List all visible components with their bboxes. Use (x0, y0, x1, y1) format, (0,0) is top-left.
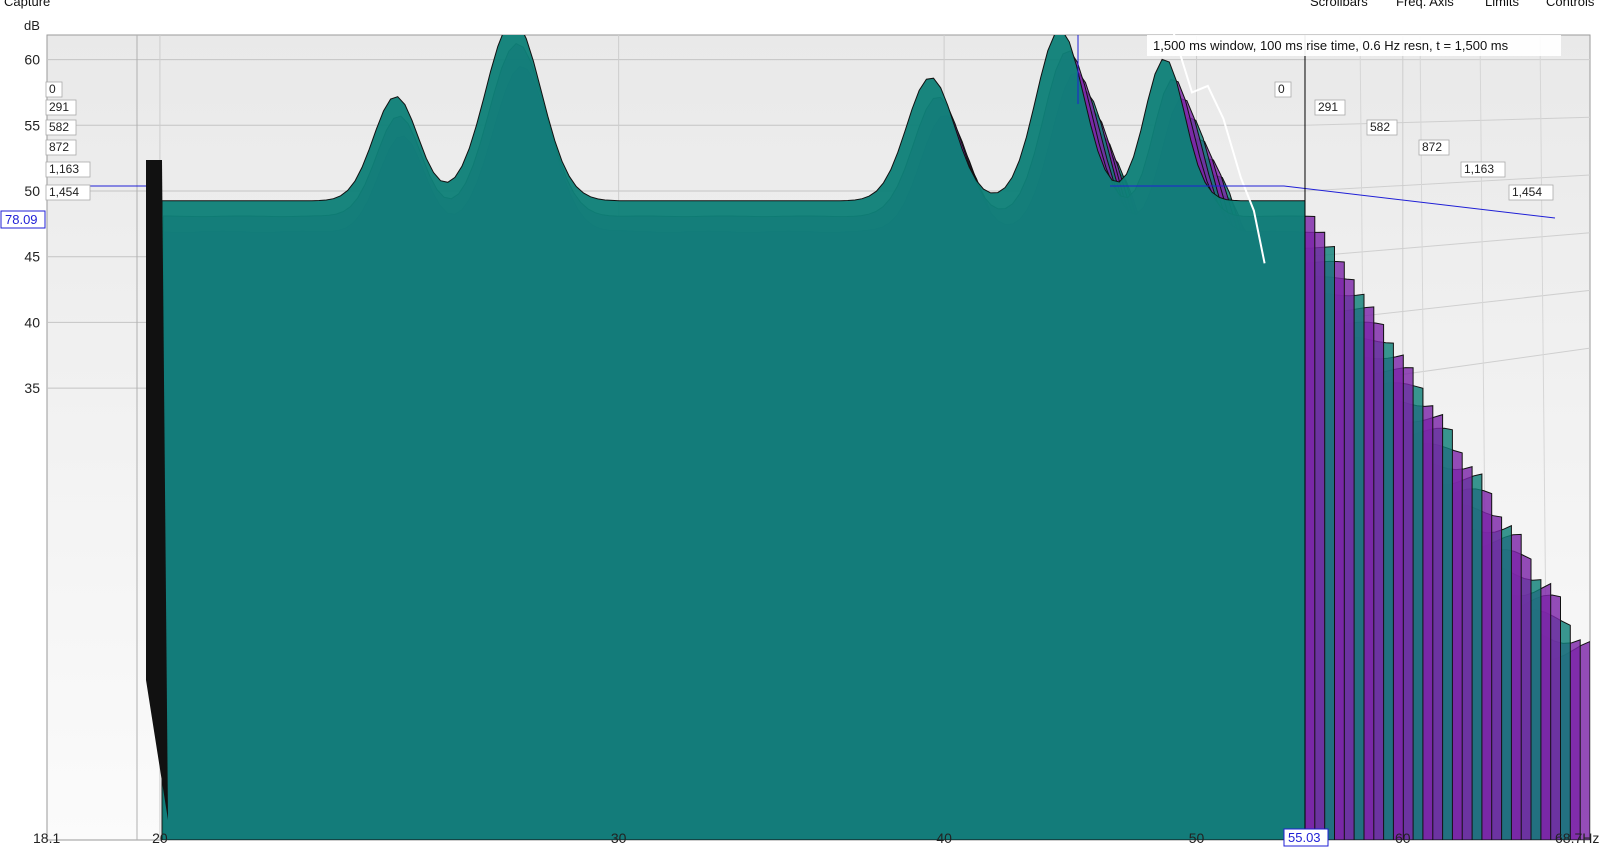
x-tick-label: 50 (1189, 830, 1205, 846)
time-label-left: 1,454 (49, 185, 79, 199)
y-axis-label: dB (24, 18, 40, 33)
x-tick-label: 18.1 (33, 830, 60, 846)
time-label-left: 1,163 (49, 162, 79, 176)
db-readout-text: 78.09 (5, 212, 38, 227)
x-tick-label: 60 (1395, 830, 1411, 846)
y-tick-label: 65 (24, 0, 40, 2)
freq-readout-text: 55.03 (1288, 830, 1321, 845)
x-tick-label: 40 (936, 830, 952, 846)
x-tick-label: 20 (152, 830, 168, 846)
time-label-right: 1,163 (1464, 162, 1494, 176)
y-tick-label: 55 (24, 117, 40, 133)
time-label-right: 872 (1422, 140, 1442, 154)
time-label-right: 291 (1318, 100, 1338, 114)
y-axis-ticks: 908580757065605550454035 (24, 0, 40, 396)
time-label-left: 291 (49, 100, 69, 114)
time-label-left: 582 (49, 120, 69, 134)
grid-line-perspective (1305, 0, 1590, 2)
y-tick-label: 60 (24, 52, 40, 68)
y-tick-label: 50 (24, 183, 40, 199)
db-cursor-readout[interactable]: 78.09 (0, 210, 46, 229)
y-tick-label: 45 (24, 249, 40, 265)
info-label: 1,500 ms window, 100 ms rise time, 0.6 H… (1153, 38, 1509, 53)
y-tick-label: 40 (24, 314, 40, 330)
freq-cursor-readout[interactable]: 55.03 (1283, 828, 1329, 847)
time-label-left: 0 (49, 82, 56, 96)
x-tick-label: 68.7Hz (1555, 830, 1599, 846)
time-label-right: 582 (1370, 120, 1390, 134)
x-tick-label: 30 (611, 830, 627, 846)
info-box: 1,500 ms window, 100 ms rise time, 0.6 H… (1147, 35, 1561, 56)
time-label-right: 0 (1278, 82, 1285, 96)
time-label-right: 1,454 (1512, 185, 1542, 199)
y-tick-label: 35 (24, 380, 40, 396)
waterfall-chart[interactable]: dB 908580757065605550454035 18.120304050… (0, 0, 1600, 868)
time-label-left: 872 (49, 140, 69, 154)
